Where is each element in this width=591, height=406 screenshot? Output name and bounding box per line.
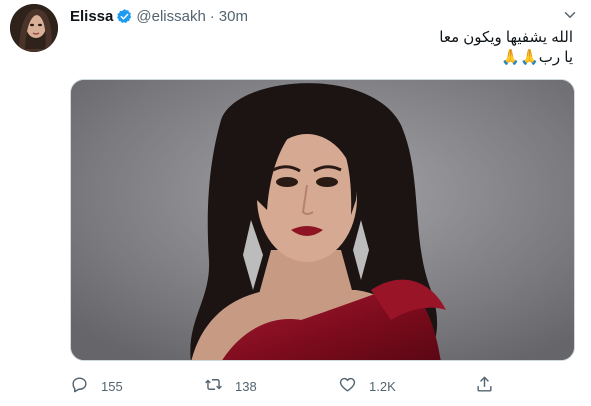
reply-icon (70, 375, 101, 397)
tweet-photo[interactable] (70, 79, 575, 361)
like-count: 1.2K (369, 378, 396, 394)
avatar[interactable] (10, 4, 58, 52)
separator-dot: · (209, 7, 215, 25)
share-icon (475, 375, 506, 397)
retweet-count: 138 (235, 378, 257, 394)
tweet-text: الله يشفيها ويكون معا يا رب🙏🙏 (93, 28, 573, 68)
author-handle[interactable]: @elissakh (136, 8, 205, 25)
tweet-header: Elissa @elissakh · 30m (70, 6, 248, 26)
more-options-button[interactable] (561, 6, 583, 26)
heart-icon (338, 375, 369, 397)
share-button[interactable] (475, 374, 506, 398)
reply-button[interactable]: 155 (70, 374, 123, 398)
author-name[interactable]: Elissa (70, 8, 113, 25)
tweet-text-line-1: الله يشفيها ويكون معا (439, 29, 573, 46)
like-button[interactable]: 1.2K (338, 374, 396, 398)
tweet-actions: 155 138 1.2K (70, 374, 500, 398)
reply-count: 155 (101, 378, 123, 394)
tweet-timestamp[interactable]: 30m (219, 8, 248, 25)
retweet-icon (204, 375, 235, 397)
chevron-down-icon (561, 11, 579, 28)
tweet: Elissa @elissakh · 30m الله يشفيها ويكون… (0, 0, 591, 406)
retweet-button[interactable]: 138 (204, 374, 257, 398)
tweet-text-line-2: يا رب🙏🙏 (501, 49, 573, 66)
verified-badge-icon (116, 8, 133, 25)
portrait-image (71, 80, 574, 360)
